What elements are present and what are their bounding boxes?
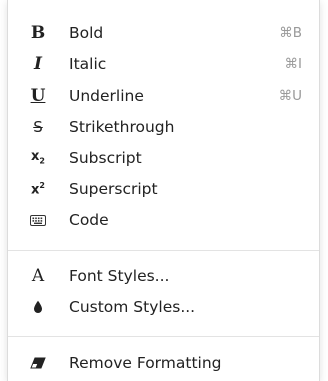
italic-icon: I (34, 53, 42, 74)
menu-divider (8, 336, 319, 337)
keyboard-icon (28, 205, 48, 235)
menu-item-strikethrough[interactable]: S Strikethrough (8, 112, 319, 142)
menu-item-label: Font Styles... (69, 267, 170, 285)
menu-item-superscript[interactable]: x2 Superscript (8, 174, 319, 204)
menu-item-label: Custom Styles... (69, 298, 196, 316)
font-styles-icon: A (31, 265, 45, 286)
eraser-icon (28, 348, 48, 378)
strikethrough-icon: S (33, 117, 43, 136)
menu-item-label: Strikethrough (69, 118, 175, 136)
underline-icon: U (30, 85, 46, 106)
menu-divider (8, 250, 319, 251)
menu-item-label: Italic (69, 55, 107, 73)
menu-item-remove-formatting[interactable]: Remove Formatting (8, 348, 319, 378)
menu-item-underline[interactable]: U Underline ⌘U (8, 81, 319, 111)
shortcut-label: ⌘B (279, 25, 302, 41)
menu-item-bold[interactable]: B Bold ⌘B (8, 18, 319, 48)
shortcut-label: ⌘U (278, 88, 302, 104)
menu-item-label: Superscript (69, 180, 158, 198)
menu-item-label: Bold (69, 24, 104, 42)
shortcut-label: ⌘I (284, 56, 302, 72)
menu-item-label: Remove Formatting (69, 354, 222, 372)
menu-item-subscript[interactable]: x2 Subscript (8, 143, 319, 173)
menu-item-label: Subscript (69, 149, 142, 167)
menu-item-font-styles[interactable]: A Font Styles... (8, 261, 319, 291)
menu-item-custom-styles[interactable]: Custom Styles... (8, 292, 319, 322)
menu-item-code[interactable]: Code (8, 205, 319, 235)
menu-item-label: Code (69, 211, 109, 229)
subscript-icon: x2 (31, 149, 45, 166)
bold-icon: B (30, 22, 46, 43)
menu-item-italic[interactable]: I Italic ⌘I (8, 49, 319, 79)
formatting-menu: B Bold ⌘B I Italic ⌘I U Underline ⌘U S S… (7, 0, 320, 381)
menu-item-label: Underline (69, 87, 144, 105)
superscript-icon: x2 (31, 180, 45, 198)
ink-drop-icon (28, 292, 48, 322)
